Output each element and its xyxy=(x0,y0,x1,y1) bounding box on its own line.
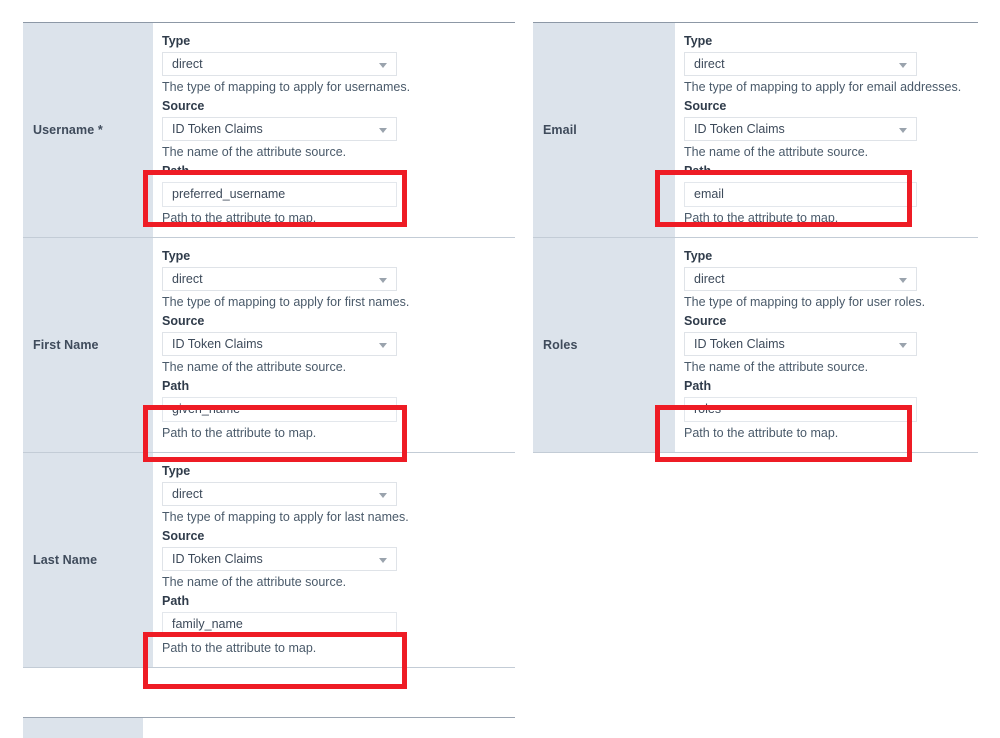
path-input-last-name[interactable]: family_name xyxy=(162,612,397,637)
path-input-value: given_name xyxy=(172,402,241,416)
path-help-text: Path to the attribute to map. xyxy=(162,211,317,225)
path-input-roles[interactable]: roles xyxy=(684,397,917,422)
source-select-value: ID Token Claims xyxy=(172,552,263,566)
type-label: Type xyxy=(162,464,191,478)
row-fields-last-name: Type direct The type of mapping to apply… xyxy=(153,452,515,668)
path-input-value: roles xyxy=(694,402,722,416)
source-help-text: The name of the attribute source. xyxy=(684,360,869,374)
type-select-first-name[interactable]: direct xyxy=(162,267,397,291)
type-label: Type xyxy=(684,34,713,48)
source-label: Source xyxy=(162,314,205,328)
source-label: Source xyxy=(162,529,205,543)
source-select-roles[interactable]: ID Token Claims xyxy=(684,332,917,356)
source-select-value: ID Token Claims xyxy=(172,122,263,136)
path-help-text: Path to the attribute to map. xyxy=(684,426,839,440)
chevron-down-icon xyxy=(379,493,387,498)
type-select-value: direct xyxy=(172,272,203,286)
source-select-value: ID Token Claims xyxy=(694,337,785,351)
table-row: First Name Type direct The type of mappi… xyxy=(23,237,515,453)
row-label-first-name: First Name xyxy=(23,237,153,453)
source-select-username[interactable]: ID Token Claims xyxy=(162,117,397,141)
chevron-down-icon xyxy=(379,558,387,563)
path-input-value: email xyxy=(694,187,724,201)
source-label: Source xyxy=(162,99,205,113)
source-select-email[interactable]: ID Token Claims xyxy=(684,117,917,141)
type-select-email[interactable]: direct xyxy=(684,52,917,76)
row-label-partial xyxy=(23,718,143,738)
attribute-mapping-page: Username * Type direct The type of mappi… xyxy=(0,0,1000,738)
type-select-value: direct xyxy=(694,272,725,286)
chevron-down-icon xyxy=(899,63,907,68)
source-select-value: ID Token Claims xyxy=(694,122,785,136)
chevron-down-icon xyxy=(379,278,387,283)
path-help-text: Path to the attribute to map. xyxy=(162,426,317,440)
row-label-email: Email xyxy=(533,22,675,238)
path-input-first-name[interactable]: given_name xyxy=(162,397,397,422)
type-help-text: The type of mapping to apply for last na… xyxy=(162,510,409,524)
type-select-last-name[interactable]: direct xyxy=(162,482,397,506)
type-label: Type xyxy=(162,34,191,48)
row-label-last-name: Last Name xyxy=(23,452,153,668)
type-select-value: direct xyxy=(172,487,203,501)
source-select-value: ID Token Claims xyxy=(172,337,263,351)
row-fields-username: Type direct The type of mapping to apply… xyxy=(153,22,515,238)
type-select-username[interactable]: direct xyxy=(162,52,397,76)
source-help-text: The name of the attribute source. xyxy=(162,145,347,159)
type-help-text: The type of mapping to apply for usernam… xyxy=(162,80,411,94)
source-help-text: The name of the attribute source. xyxy=(684,145,869,159)
path-input-value: preferred_username xyxy=(172,187,286,201)
row-fields-first-name: Type direct The type of mapping to apply… xyxy=(153,237,515,453)
chevron-down-icon xyxy=(899,343,907,348)
path-label: Path xyxy=(162,594,190,608)
chevron-down-icon xyxy=(379,63,387,68)
type-help-text: The type of mapping to apply for email a… xyxy=(684,80,962,94)
source-label: Source xyxy=(684,314,727,328)
path-input-username[interactable]: preferred_username xyxy=(162,182,397,207)
type-label: Type xyxy=(684,249,713,263)
source-help-text: The name of the attribute source. xyxy=(162,360,347,374)
path-input-email[interactable]: email xyxy=(684,182,917,207)
path-label: Path xyxy=(162,379,190,393)
row-label-username: Username * xyxy=(23,22,153,238)
table-row: Roles Type direct The type of mapping to… xyxy=(533,237,978,453)
table-row: Last Name Type direct The type of mappin… xyxy=(23,452,515,668)
row-fields-roles: Type direct The type of mapping to apply… xyxy=(675,237,978,453)
type-help-text: The type of mapping to apply for first n… xyxy=(162,295,410,309)
type-select-roles[interactable]: direct xyxy=(684,267,917,291)
chevron-down-icon xyxy=(899,128,907,133)
table-row: Email Type direct The type of mapping to… xyxy=(533,22,978,238)
source-help-text: The name of the attribute source. xyxy=(162,575,347,589)
table-row-partial xyxy=(23,717,515,738)
path-input-value: family_name xyxy=(172,617,243,631)
type-select-value: direct xyxy=(694,57,725,71)
path-label: Path xyxy=(684,379,712,393)
type-help-text: The type of mapping to apply for user ro… xyxy=(684,295,926,309)
table-row: Username * Type direct The type of mappi… xyxy=(23,22,515,238)
source-label: Source xyxy=(684,99,727,113)
path-help-text: Path to the attribute to map. xyxy=(162,641,317,655)
type-select-value: direct xyxy=(172,57,203,71)
path-label: Path xyxy=(684,164,712,178)
row-fields-email: Type direct The type of mapping to apply… xyxy=(675,22,978,238)
row-label-roles: Roles xyxy=(533,237,675,453)
path-label: Path xyxy=(162,164,190,178)
source-select-last-name[interactable]: ID Token Claims xyxy=(162,547,397,571)
chevron-down-icon xyxy=(899,278,907,283)
chevron-down-icon xyxy=(379,343,387,348)
attribute-mapping-table-right: Email Type direct The type of mapping to… xyxy=(533,22,978,453)
chevron-down-icon xyxy=(379,128,387,133)
type-label: Type xyxy=(162,249,191,263)
source-select-first-name[interactable]: ID Token Claims xyxy=(162,332,397,356)
path-help-text: Path to the attribute to map. xyxy=(684,211,839,225)
attribute-mapping-table-left: Username * Type direct The type of mappi… xyxy=(23,22,515,668)
